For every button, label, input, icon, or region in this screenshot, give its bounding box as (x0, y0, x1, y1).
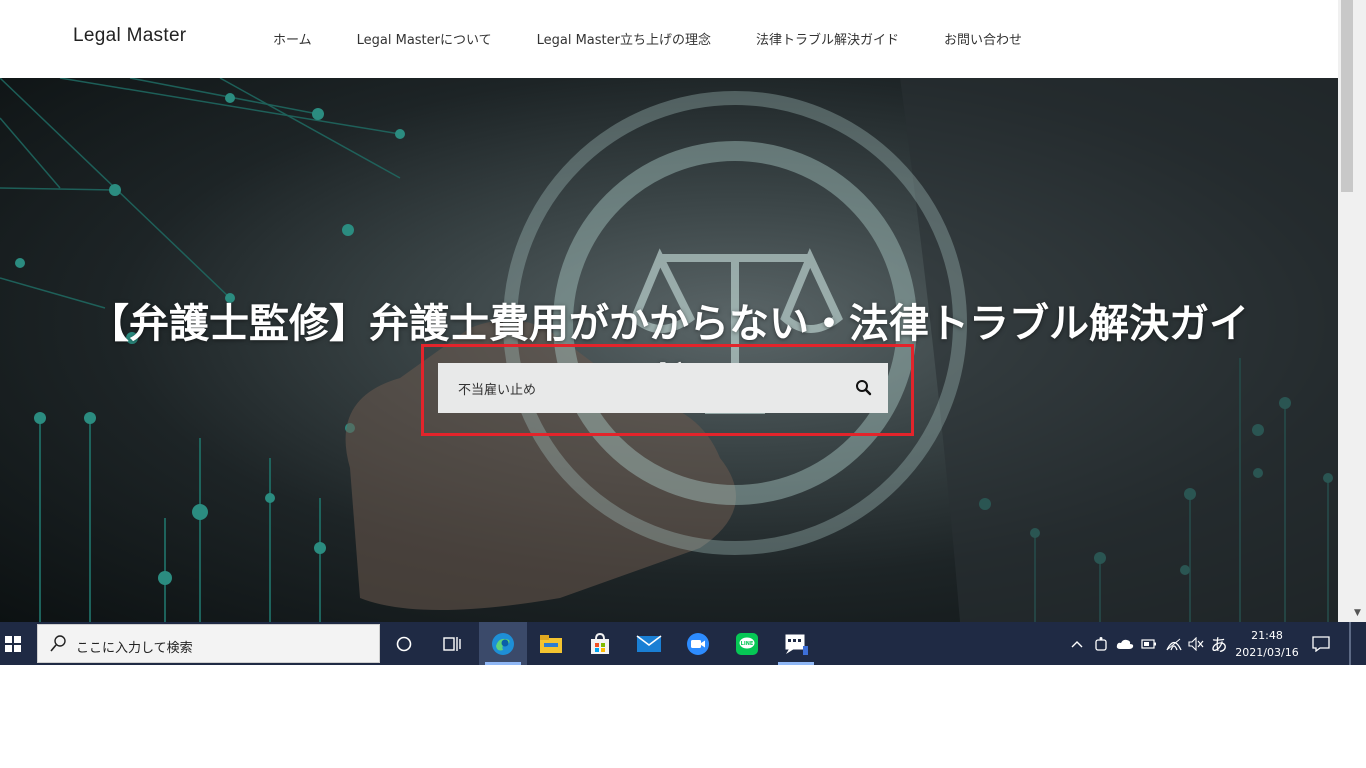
store-icon[interactable] (576, 622, 624, 665)
mail-icon[interactable] (625, 622, 673, 665)
scroll-down-arrow-icon[interactable]: ▼ (1354, 608, 1361, 618)
nav-philosophy[interactable]: Legal Master立ち上げの理念 (537, 29, 711, 48)
nav-home[interactable]: ホーム (273, 29, 312, 48)
taskbar-search-box[interactable]: ここに入力して検索 (37, 624, 380, 663)
clock-time: 21:48 (1251, 629, 1283, 642)
windows-logo-icon (5, 635, 21, 652)
task-view-icon[interactable] (428, 622, 476, 665)
remote-app-icon[interactable] (772, 622, 820, 665)
meet-now-icon[interactable] (1090, 622, 1112, 665)
clock-date: 2021/03/16 (1235, 646, 1299, 659)
taskbar-clock[interactable]: 21:48 2021/03/16 (1232, 627, 1302, 661)
start-button[interactable] (0, 622, 26, 665)
tray-chevron-up-icon[interactable] (1066, 622, 1088, 665)
site-header: Legal Master ホーム Legal Masterについて Legal … (0, 0, 1338, 78)
ime-mode-indicator[interactable]: あ (1207, 622, 1231, 665)
file-explorer-icon[interactable] (527, 622, 575, 665)
main-nav: ホーム Legal Masterについて Legal Master立ち上げの理念… (273, 29, 1067, 48)
scrollbar-thumb[interactable] (1341, 0, 1353, 192)
windows-taskbar: ここに入力して検索 LINE あ 21:48 2021/03/16 (0, 622, 1366, 665)
site-logo[interactable]: Legal Master (73, 25, 186, 47)
svg-text:LINE: LINE (741, 641, 754, 647)
wifi-icon[interactable] (1162, 622, 1186, 665)
taskbar-search-placeholder: ここに入力して検索 (76, 641, 193, 656)
cortana-icon[interactable] (380, 622, 428, 665)
nav-about[interactable]: Legal Masterについて (357, 29, 492, 48)
onedrive-icon[interactable] (1113, 622, 1137, 665)
search-input[interactable]: 不当雇い止め (458, 379, 536, 398)
show-desktop-button[interactable] (1349, 622, 1351, 665)
battery-icon[interactable] (1138, 622, 1160, 665)
nav-guide[interactable]: 法律トラブル解決ガイド (756, 29, 899, 48)
line-icon[interactable]: LINE (723, 622, 771, 665)
volume-muted-icon[interactable] (1186, 622, 1206, 665)
hero-search-box[interactable]: 不当雇い止め (438, 363, 888, 413)
notification-center-icon[interactable] (1306, 622, 1336, 665)
zoom-icon[interactable] (674, 622, 722, 665)
taskbar-search-icon (50, 635, 66, 652)
blank-area (0, 665, 1366, 768)
edge-icon[interactable] (479, 622, 527, 665)
nav-contact[interactable]: お問い合わせ (944, 29, 1022, 48)
search-icon[interactable] (854, 378, 874, 398)
